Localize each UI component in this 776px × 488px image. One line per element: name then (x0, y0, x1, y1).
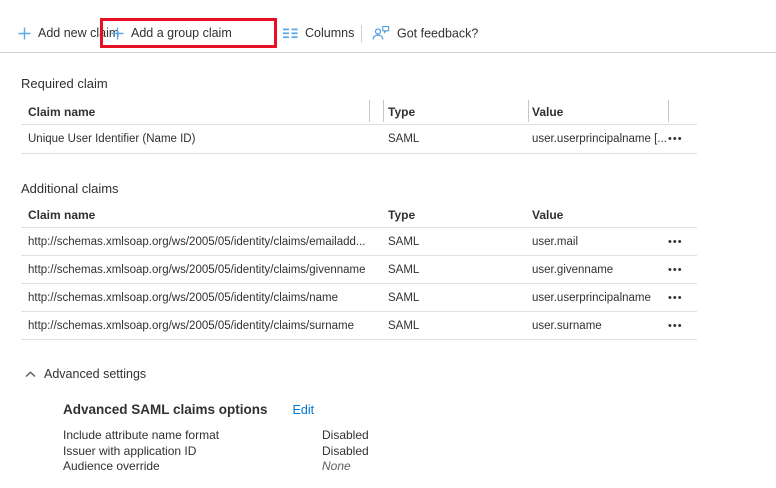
column-resize-handle[interactable] (369, 100, 370, 122)
toolbar-divider (361, 25, 362, 42)
required-claim-table-header: Claim name Type Value (21, 99, 697, 125)
claims-toolbar: Add new claim Add a group claim Columns (0, 14, 776, 53)
columns-label: Columns (305, 26, 354, 40)
required-claim-section: Required claim Claim name Type Value Uni… (21, 76, 697, 154)
cell-type: SAML (383, 264, 528, 276)
option-label: Audience override (63, 459, 322, 475)
option-row: Issuer with application ID Disabled (63, 444, 697, 460)
column-resize-handle[interactable] (668, 100, 669, 122)
columns-button[interactable]: Columns (283, 26, 354, 40)
feedback-icon (372, 26, 390, 41)
row-more-menu-button[interactable]: ••• (668, 264, 697, 276)
claims-content: Required claim Claim name Type Value Uni… (21, 53, 697, 475)
option-row: Include attribute name format Disabled (63, 428, 697, 444)
advanced-saml-claims-options: Advanced SAML claims options Edit Includ… (63, 401, 697, 475)
got-feedback-button[interactable]: Got feedback? (372, 26, 478, 41)
cell-claim-name: http://schemas.xmlsoap.org/ws/2005/05/id… (21, 236, 383, 248)
row-more-menu-button[interactable]: ••• (668, 133, 697, 145)
edit-link[interactable]: Edit (293, 403, 315, 417)
column-resize-handle[interactable] (528, 100, 529, 122)
advanced-settings-toggle[interactable]: Advanced settings (21, 366, 697, 382)
table-row[interactable]: http://schemas.xmlsoap.org/ws/2005/05/id… (21, 284, 697, 312)
plus-icon (18, 27, 31, 40)
row-more-menu-button[interactable]: ••• (668, 236, 697, 248)
required-claim-title: Required claim (21, 76, 697, 92)
additional-claims-title: Additional claims (21, 181, 697, 197)
chevron-up-icon (25, 371, 36, 378)
row-more-menu-button[interactable]: ••• (668, 320, 697, 332)
option-label: Issuer with application ID (63, 444, 322, 460)
table-row[interactable]: http://schemas.xmlsoap.org/ws/2005/05/id… (21, 228, 697, 256)
cell-value: user.surname (528, 320, 668, 332)
cell-value: user.userprincipalname [... (528, 133, 668, 145)
column-header-claim-name[interactable]: Claim name (21, 105, 383, 119)
columns-icon (283, 28, 298, 39)
cell-claim-name: http://schemas.xmlsoap.org/ws/2005/05/id… (21, 292, 383, 304)
got-feedback-label: Got feedback? (397, 26, 478, 40)
table-row[interactable]: http://schemas.xmlsoap.org/ws/2005/05/id… (21, 312, 697, 340)
cell-type: SAML (383, 133, 528, 145)
table-row[interactable]: Unique User Identifier (Name ID) SAML us… (21, 125, 697, 154)
cell-claim-name: http://schemas.xmlsoap.org/ws/2005/05/id… (21, 264, 383, 276)
column-header-type[interactable]: Type (383, 208, 528, 222)
option-row: Audience override None (63, 459, 697, 475)
cell-value: user.givenname (528, 264, 668, 276)
table-row[interactable]: http://schemas.xmlsoap.org/ws/2005/05/id… (21, 256, 697, 284)
cell-type: SAML (383, 320, 528, 332)
add-group-claim-label: Add a group claim (131, 26, 232, 40)
option-value: Disabled (322, 444, 369, 460)
column-header-value[interactable]: Value (528, 208, 668, 222)
plus-icon (111, 27, 124, 40)
row-more-menu-button[interactable]: ••• (668, 292, 697, 304)
cell-type: SAML (383, 292, 528, 304)
cell-type: SAML (383, 236, 528, 248)
cell-claim-name: Unique User Identifier (Name ID) (21, 133, 383, 145)
cell-value: user.userprincipalname (528, 292, 668, 304)
add-group-claim-button-highlighted[interactable]: Add a group claim (100, 18, 277, 48)
option-value: Disabled (322, 428, 369, 444)
additional-claims-section: Additional claims Claim name Type Value … (21, 181, 697, 340)
column-header-type[interactable]: Type (383, 105, 528, 119)
additional-claims-table-header: Claim name Type Value (21, 202, 697, 228)
advanced-saml-options-title: Advanced SAML claims options (63, 401, 268, 418)
cell-claim-name: http://schemas.xmlsoap.org/ws/2005/05/id… (21, 320, 383, 332)
option-value: None (322, 459, 351, 475)
cell-value: user.mail (528, 236, 668, 248)
option-label: Include attribute name format (63, 428, 322, 444)
column-header-claim-name[interactable]: Claim name (21, 208, 383, 222)
advanced-settings-label: Advanced settings (44, 366, 146, 382)
column-resize-handle[interactable] (383, 100, 384, 122)
column-header-value[interactable]: Value (528, 105, 668, 119)
